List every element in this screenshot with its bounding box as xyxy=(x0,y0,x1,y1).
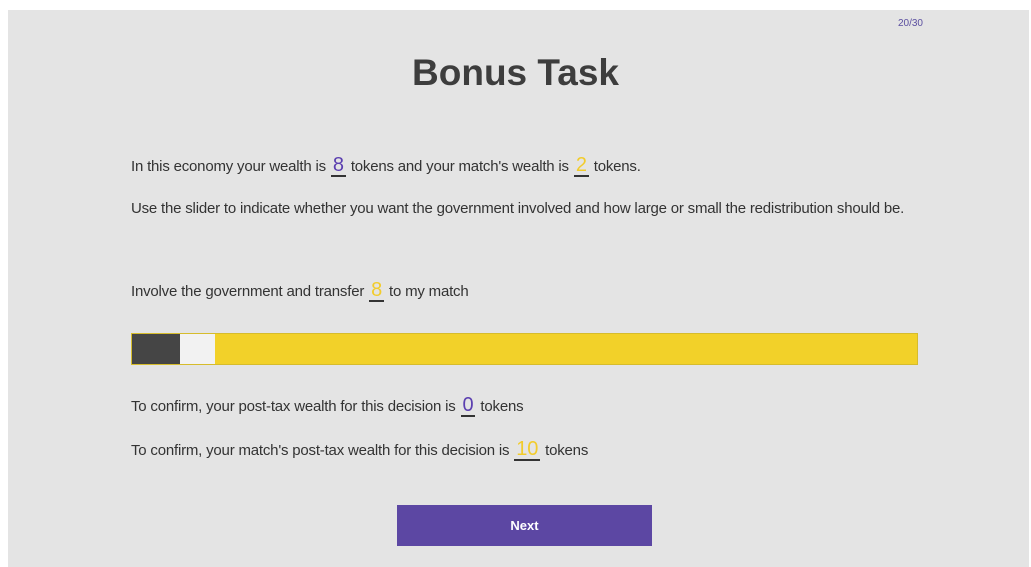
transfer-statement: Involve the government and transfer 8 to… xyxy=(131,280,469,302)
confirm-self-text-1: To confirm, your post-tax wealth for thi… xyxy=(131,398,456,415)
next-button[interactable]: Next xyxy=(397,505,652,546)
confirm-match-statement: To confirm, your match's post-tax wealth… xyxy=(131,439,588,461)
slider-fill xyxy=(132,334,180,364)
slider-handle[interactable] xyxy=(180,334,215,364)
confirm-match-text-1: To confirm, your match's post-tax wealth… xyxy=(131,442,510,459)
confirm-match-text-2: tokens xyxy=(545,442,589,459)
wealth-statement: In this economy your wealth is 8 tokens … xyxy=(131,155,641,177)
transfer-amount-value: 8 xyxy=(369,279,385,302)
page-title: Bonus Task xyxy=(412,52,619,93)
wealth-text-3: tokens. xyxy=(593,158,641,175)
progress-indicator: 20/30 xyxy=(897,18,923,29)
redistribution-slider[interactable] xyxy=(131,333,918,365)
match-post-tax-wealth-value: 10 xyxy=(514,438,541,461)
wealth-text-1: In this economy your wealth is xyxy=(131,158,326,175)
transfer-text-2: to my match xyxy=(389,283,469,300)
confirm-self-statement: To confirm, your post-tax wealth for thi… xyxy=(131,394,524,417)
wealth-text-2: tokens and your match's wealth is xyxy=(350,158,569,175)
match-wealth-value: 2 xyxy=(573,154,589,177)
transfer-text-1: Involve the government and transfer xyxy=(131,283,365,300)
confirm-self-text-2: tokens xyxy=(480,398,524,415)
your-wealth-value: 8 xyxy=(330,154,346,177)
slider-instruction: Use the slider to indicate whether you w… xyxy=(131,200,905,217)
post-tax-wealth-value: 0 xyxy=(460,394,476,417)
